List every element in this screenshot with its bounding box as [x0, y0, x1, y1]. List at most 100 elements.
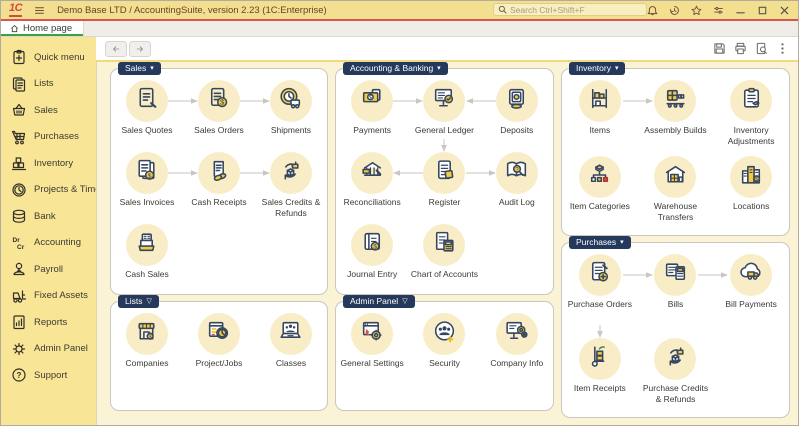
panel-purchases: Purchases▾Purchase OrdersBillsBill Payme…: [561, 242, 790, 418]
panel-row: Sales Quotes$Sales OrdersShipments: [111, 80, 327, 152]
service-menu-icon[interactable]: [712, 4, 724, 16]
sidebar-item-payroll[interactable]: Payroll: [1, 256, 96, 283]
chevron-down-icon: ▾: [150, 65, 154, 72]
safe-icon: [503, 85, 530, 117]
item-deposits[interactable]: Deposits: [481, 80, 553, 152]
clock-icon: [11, 182, 27, 198]
panel-header-sales[interactable]: Sales ▾: [118, 62, 161, 75]
item-label: Bill Payments: [725, 299, 777, 310]
main-menu-icon[interactable]: [33, 4, 45, 16]
item-register[interactable]: Register: [408, 152, 480, 224]
sidebar-item-label: Quick menu: [34, 52, 85, 63]
monitor-ledger-icon: [431, 85, 458, 117]
item-general-ledger[interactable]: General Ledger: [408, 80, 480, 152]
item-sales-orders[interactable]: $Sales Orders: [183, 80, 255, 152]
panel-title: Lists: [125, 296, 142, 306]
sidebar-item-accounting[interactable]: DrCrAccounting: [1, 230, 96, 257]
forward-button[interactable]: [129, 41, 151, 57]
item-locations[interactable]: $Locations: [713, 156, 789, 232]
sidebar-item-support[interactable]: ?Support: [1, 362, 96, 389]
panel-header-purchases[interactable]: Purchases▾: [569, 236, 631, 249]
more-menu-icon[interactable]: [776, 42, 789, 55]
item-circle: [423, 224, 465, 266]
item-bills[interactable]: Bills: [638, 254, 714, 338]
sidebar-item-purchases[interactable]: Purchases: [1, 124, 96, 151]
sidebar-item-projects-time[interactable]: Projects & Time: [1, 177, 96, 204]
item-label: General Ledger: [415, 125, 474, 136]
invoices-icon: $: [133, 157, 160, 189]
sidebar-item-sales[interactable]: Sales: [1, 97, 96, 124]
item-assembly-builds[interactable]: Assembly Builds: [638, 80, 714, 156]
favorites-star-icon[interactable]: [690, 4, 702, 16]
item-general-settings[interactable]: General Settings: [336, 313, 408, 405]
item-sales-quotes[interactable]: Sales Quotes: [111, 80, 183, 152]
history-icon[interactable]: [668, 4, 680, 16]
item-warehouse-transfers[interactable]: Warehouse Transfers: [638, 156, 714, 232]
sidebar-item-label: Payroll: [34, 264, 63, 275]
item-circle: [198, 313, 240, 355]
chevron-down-icon: ▾: [437, 65, 441, 72]
item-purchase-orders[interactable]: Purchase Orders: [562, 254, 638, 338]
item-audit-log[interactable]: ?Audit Log: [481, 152, 553, 224]
item-purchase-credits-refunds[interactable]: Purchase Credits & Refunds: [638, 338, 714, 422]
item-chart-of-accounts[interactable]: Chart of Accounts: [408, 224, 480, 296]
item-reconciliations[interactable]: Reconciliations: [336, 152, 408, 224]
panel-column-3: Inventory▾ItemsAssembly BuildsInventory …: [561, 68, 790, 420]
item-journal-entry[interactable]: $Journal Entry: [336, 224, 408, 296]
item-company-info[interactable]: Company Info: [481, 313, 553, 405]
item-circle: [270, 152, 312, 194]
item-bill-payments[interactable]: Bill Payments: [713, 254, 789, 338]
panel-header-lists[interactable]: Lists▽: [118, 295, 159, 308]
item-sales-invoices[interactable]: $Sales Invoices: [111, 152, 183, 224]
item-item-receipts[interactable]: Item Receipts: [562, 338, 638, 422]
panel-title: Admin Panel: [350, 296, 398, 306]
warehouse-icon: [662, 161, 689, 193]
item-shipments[interactable]: Shipments: [255, 80, 327, 152]
search-input[interactable]: [507, 5, 642, 15]
sidebar-item-label: Bank: [34, 211, 56, 222]
minimize-icon[interactable]: [734, 4, 746, 16]
item-payments[interactable]: $Payments: [336, 80, 408, 152]
item-project-jobs[interactable]: Project/Jobs: [183, 313, 255, 405]
back-button[interactable]: [105, 41, 127, 57]
item-security[interactable]: Security: [408, 313, 480, 405]
sidebar-item-fixed-assets[interactable]: Fixed Assets: [1, 283, 96, 310]
item-sales-credits-refunds[interactable]: Sales Credits & Refunds: [255, 152, 327, 224]
panel-row: $Payments General Ledger Deposits: [336, 80, 553, 152]
forklift-icon: [11, 288, 27, 304]
panel-title: Sales: [125, 63, 146, 73]
boxes-icon: [11, 155, 27, 171]
item-cash-sales[interactable]: Cash Sales: [111, 224, 183, 296]
item-label: Project/Jobs: [196, 358, 243, 369]
save-icon[interactable]: [713, 42, 726, 55]
item-cash-receipts[interactable]: Cash Receipts: [183, 152, 255, 224]
sidebar-item-lists[interactable]: Lists: [1, 71, 96, 98]
maximize-icon[interactable]: [756, 4, 768, 16]
tab-label: Home page: [23, 23, 72, 34]
preview-icon[interactable]: [755, 42, 768, 55]
notifications-icon[interactable]: [646, 4, 658, 16]
close-icon[interactable]: [778, 4, 790, 16]
panel-header-inventory[interactable]: Inventory▾: [569, 62, 625, 75]
print-icon[interactable]: [734, 42, 747, 55]
panel-header-accounting-banking[interactable]: Accounting & Banking▾: [343, 62, 448, 75]
sidebar-item-reports[interactable]: Reports: [1, 309, 96, 336]
item-inventory-adjustments[interactable]: Inventory Adjustments: [713, 80, 789, 156]
sidebar-item-label: Sales: [34, 105, 58, 116]
sidebar-item-bank[interactable]: Bank: [1, 203, 96, 230]
item-companies[interactable]: $Companies: [111, 313, 183, 405]
panel-header-admin-panel[interactable]: Admin Panel▽: [343, 295, 415, 308]
panel-row: $Companies Project/Jobs Classes: [111, 313, 327, 405]
sidebar-item-admin-panel[interactable]: Admin Panel: [1, 336, 96, 363]
1c-logo[interactable]: 1С: [9, 3, 22, 17]
item-circle: [270, 80, 312, 122]
question-icon: ?: [11, 367, 27, 383]
item-items[interactable]: Items: [562, 80, 638, 156]
sidebar-item-inventory[interactable]: Inventory: [1, 150, 96, 177]
sidebar-item-quick-menu[interactable]: Quick menu: [1, 44, 96, 71]
item-classes[interactable]: Classes: [255, 313, 327, 405]
item-item-categories[interactable]: Item Categories: [562, 156, 638, 232]
tab-home-page[interactable]: Home page: [1, 21, 84, 36]
shelf-icon: [586, 85, 613, 117]
item-label: Classes: [276, 358, 306, 369]
